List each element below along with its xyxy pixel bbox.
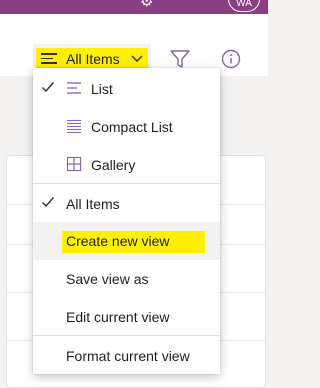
gear-icon[interactable]: ⚙ [140,0,158,10]
menu-divider [33,183,220,184]
command-bar: All Items [0,14,268,76]
chevron-down-icon [131,55,143,62]
avatar[interactable]: WA [228,0,260,12]
menu-item-label: Format current view [66,348,190,364]
view-options-menu: List Compact List Gallery All Items Crea… [33,68,220,374]
menu-item-label: All Items [66,196,120,212]
menu-item-label: Create new view [66,233,170,249]
info-icon[interactable] [220,48,242,70]
menu-item-create-new-view[interactable]: Create new view [33,222,220,260]
menu-item-gallery[interactable]: Gallery [33,146,220,184]
menu-item-label: Edit current view [66,309,170,325]
gallery-icon [66,156,82,172]
menu-item-label: Save view as [66,271,149,287]
list-icon [67,82,81,94]
menu-item-label: Gallery [91,157,136,173]
menu-item-label: Compact List [91,119,173,135]
menu-item-all-items[interactable]: All Items [33,185,220,223]
menu-item-list[interactable]: List [33,70,220,108]
menu-item-save-view-as[interactable]: Save view as [33,260,220,298]
menu-item-format-current-view[interactable]: Format current view [33,337,220,375]
list-lines-icon [41,53,57,65]
checkmark-icon [42,197,55,208]
menu-item-compact-list[interactable]: Compact List [33,108,220,146]
suite-header: ⚙ WA [0,0,268,14]
menu-divider [33,335,220,336]
menu-item-label: List [91,81,113,97]
checkmark-icon [42,82,55,93]
current-view-label: All Items [66,51,120,67]
filter-icon[interactable] [168,48,192,70]
compact-list-icon [67,119,81,134]
menu-item-edit-current-view[interactable]: Edit current view [33,298,220,336]
